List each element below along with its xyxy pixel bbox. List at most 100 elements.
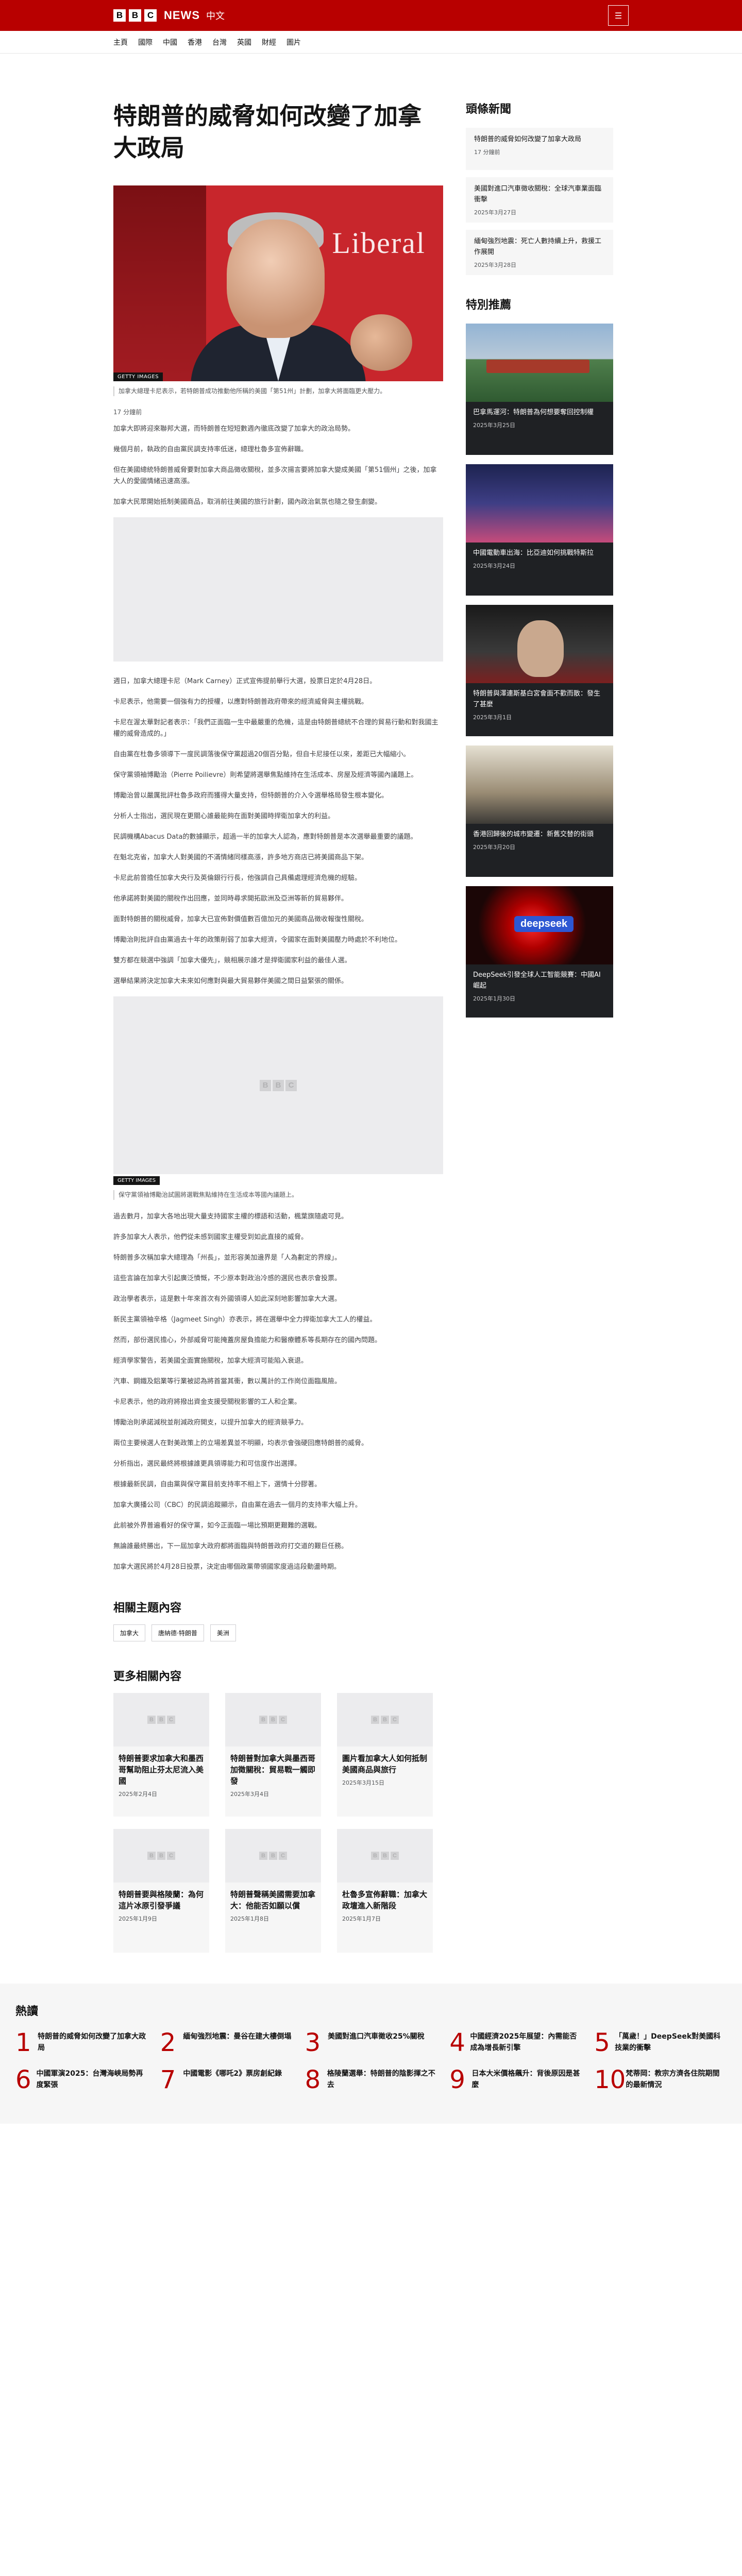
logo-letter: B: [371, 1716, 379, 1724]
most-read-item[interactable]: 7 中國電影《哪吒2》票房創紀錄: [160, 2067, 293, 2093]
article-paragraph: 加拿大民眾開始抵制美國商品，取消前往美國的旅行計劃，國內政治氣氛也隨之發生劇變。: [113, 498, 382, 506]
recommended-item[interactable]: 巴拿馬運河：特朗普為何想要奪回控制權 2025年3月25日: [466, 324, 613, 455]
topic-link[interactable]: 美洲: [210, 1624, 236, 1641]
article-paragraph: 幾個月前，執政的自由黨民調支持率低迷，總理杜魯多宣佈辭職。: [113, 446, 308, 453]
site-header: B B C NEWS 中文 ☰ 主頁 國際 中國 香港 台灣 英國 財經 圖片: [0, 0, 742, 54]
most-read-heading: 熱讀: [15, 2005, 39, 2018]
nav-item-china[interactable]: 中國: [163, 37, 177, 47]
logo-letter: C: [391, 1852, 399, 1860]
card-thumbnail: BBC: [337, 1829, 433, 1883]
top-story-item[interactable]: 緬甸強烈地震：死亡人數持續上升，救援工作展開 2025年3月28日: [466, 230, 613, 275]
recommended-image: [466, 464, 613, 543]
recommended-date: 2025年3月25日: [473, 422, 515, 429]
recommended-item[interactable]: deepseek DeepSeek引發全球人工智能競賽：中國AI崛起 2025年1月…: [466, 886, 613, 1018]
related-topics-heading: 相關主題內容: [113, 1602, 182, 1615]
article-paragraph: 加拿大廣播公司（CBC）的民調追蹤顯示，自由黨在過去一個月的支持率大幅上升。: [113, 1501, 362, 1509]
most-read-rank: 1: [15, 2028, 31, 2057]
nav-item-hongkong[interactable]: 香港: [188, 37, 202, 47]
article-headline: 特朗普的威脅如何改變了加拿大政局: [113, 102, 421, 162]
related-topics: 加拿大 唐納德·特朗普 美洲: [113, 1624, 443, 1641]
most-read-rank: 8: [305, 2065, 321, 2094]
nav-item-uk[interactable]: 英國: [237, 37, 251, 47]
recommended-title: 中國電動車出海：比亞迪如何挑戰特斯拉: [473, 549, 594, 557]
most-read-item[interactable]: 10 梵蒂岡：教宗方濟各住院期間的最新情況: [594, 2067, 727, 2093]
most-read-title: 中國電影《哪吒2》票房創紀錄: [183, 2070, 282, 2078]
related-story-card[interactable]: B B C 特朗普聲稱美國需要加拿大：他能否如願以償 2025年1月8日: [225, 1829, 321, 1953]
related-story-card[interactable]: B B C 特朗普要與格陵蘭：為何這片冰原引發爭議 2025年1月9日: [113, 1829, 209, 1953]
most-read-item[interactable]: 8 格陵蘭選舉：特朗普的陰影揮之不去: [305, 2067, 437, 2093]
card-title: 特朗普對加拿大與墨西哥加徵關稅：貿易戰一觸即發: [230, 1754, 316, 1786]
top-story-item[interactable]: 美國對進口汽車徵收關稅：全球汽車業面臨衝擊 2025年3月27日: [466, 177, 613, 223]
recommended-list: 巴拿馬運河：特朗普為何想要奪回控制權 2025年3月25日 中國電動車出海：比亞迪如…: [466, 324, 613, 1018]
most-read-item[interactable]: 6 中國軍演2025：台灣海峽局勢再度緊張: [15, 2067, 148, 2093]
card-thumbnail: BBC: [225, 1693, 321, 1747]
most-read-title: 日本大米價格飆升：背後原因是甚麼: [471, 2070, 580, 2089]
article-paragraph: 博勵治則承諾減稅並削減政府開支，以提升加拿大的經濟競爭力。: [113, 1419, 308, 1427]
article-paragraph: 面對特朗普的關稅威脅，加拿大已宣佈對價值數百億加元的美國商品徵收報復性關稅。: [113, 916, 368, 923]
nav-item-taiwan[interactable]: 台灣: [212, 37, 227, 47]
most-read-title: 「萬歲！」DeepSeek對美國科技業的衝擊: [615, 2032, 721, 2052]
nav-item-home[interactable]: 主頁: [113, 37, 128, 47]
article-body-c: 過去數月，加拿大各地出現大量支持國家主權的標語和活動，楓葉旗隨處可見。 許多加拿大…: [113, 1211, 443, 1573]
second-figure: BBC GETTY IMAGES 保守黨領袖博勵治試圖將選戰焦點維持在生活成本等…: [113, 996, 443, 1200]
card-title: 特朗普要與格陵蘭：為何這片冰原引發爭議: [119, 1890, 204, 1910]
article-paragraph: 博勵治則批評自由黨過去十年的政策削弱了加拿大經濟，令國家在面對美國壓力時處於不利…: [113, 936, 402, 944]
topic-link[interactable]: 加拿大: [113, 1624, 146, 1641]
article-paragraph: 分析指出，選民最終將根據誰更具領導能力和可信度作出選擇。: [113, 1460, 301, 1468]
bbc-placeholder-logo: BBC: [147, 1852, 175, 1860]
most-read-item[interactable]: 1 特朗普的威脅如何改變了加拿大政局: [15, 2030, 148, 2056]
embedded-media: [113, 517, 443, 662]
article-paragraph: 兩位主要候選人在對美政策上的立場差異並不明顯，均表示會強硬回應特朗普的威脅。: [113, 1439, 368, 1447]
top-story-item[interactable]: 特朗普的威脅如何改變了加拿大政局 17 分鐘前: [466, 128, 613, 170]
article-timestamp: 17 分鐘前: [113, 409, 142, 416]
topic-link[interactable]: 唐納德·特朗普: [151, 1624, 204, 1641]
article-body-a: 加拿大即將迎來聯邦大選，而特朗普在短短數週內徹底改變了加拿大的政治局勢。 幾個月前…: [113, 423, 443, 508]
most-read-item[interactable]: 4 中國經濟2025年展望：內需能否成為增長新引擎: [449, 2030, 582, 2056]
related-story-card[interactable]: B B C 特朗普對加拿大與墨西哥加徵關稅：貿易戰一觸即發 2025年3月4日: [225, 1693, 321, 1817]
bbc-news-logo[interactable]: B B C NEWS 中文: [113, 9, 225, 22]
nav-item-business[interactable]: 財經: [262, 37, 276, 47]
article: 特朗普的威脅如何改變了加拿大政局 Liberal GETTY IMAGES 加拿…: [113, 100, 443, 1953]
image-placeholder: BBC: [113, 996, 443, 1174]
article-paragraph: 保守黨領袖博勵治（Pierre Poilievre）則希望將選舉焦點維持在生活成…: [113, 771, 418, 779]
recommended-item[interactable]: 香港回歸後的城市變遷：新舊交替的街頭 2025年3月20日: [466, 745, 613, 877]
card-date: 2025年1月8日: [230, 1916, 269, 1922]
logo-letter: B: [371, 1852, 379, 1860]
recommended-item[interactable]: 特朗普與澤連斯基白宮會面不歡而散：發生了甚麼 2025年3月1日: [466, 605, 613, 736]
article-paragraph: 根據最新民調，自由黨與保守黨目前支持率不相上下，選情十分膠著。: [113, 1481, 322, 1488]
related-story-card[interactable]: B B C 杜魯多宣佈辭職：加拿大政壇進入新階段 2025年1月7日: [337, 1829, 433, 1953]
related-story-card[interactable]: B B C 特朗普要求加拿大和墨西哥幫助阻止芬太尼流入美國 2025年2月4日: [113, 1693, 209, 1817]
menu-button[interactable]: ☰: [608, 5, 629, 26]
recommended-image: [466, 745, 613, 824]
most-read-rank: 5: [594, 2028, 610, 2057]
most-read-item[interactable]: 3 美國對進口汽車徵收25%關稅: [305, 2030, 437, 2056]
article-body-b: 週日，加拿大總理卡尼（Mark Carney）正式宣佈提前舉行大選，投票日定於4…: [113, 676, 443, 987]
most-read-item[interactable]: 9 日本大米價格飆升：背後原因是甚麼: [449, 2067, 582, 2093]
sidebar: 頭條新聞 特朗普的威脅如何改變了加拿大政局 17 分鐘前 美國對進口汽車徵收關稅：全…: [466, 100, 613, 1953]
image-credit: GETTY IMAGES: [113, 372, 163, 381]
article-paragraph: 卡尼此前曾擔任加拿大央行及英倫銀行行長，他強調自己具備處理經濟危機的經驗。: [113, 874, 362, 882]
logo-letter: C: [279, 1852, 287, 1860]
nav-item-world[interactable]: 國際: [138, 37, 153, 47]
most-read-item[interactable]: 2 緬甸強烈地震：曼谷在建大樓倒塌: [160, 2030, 293, 2056]
recommended-item[interactable]: 中國電動車出海：比亞迪如何挑戰特斯拉 2025年3月24日: [466, 464, 613, 596]
most-read-title: 格陵蘭選舉：特朗普的陰影揮之不去: [327, 2070, 435, 2089]
related-story-card[interactable]: B B C 圖片看加拿大人如何抵制美國商品與旅行 2025年3月15日: [337, 1693, 433, 1817]
recommended-date: 2025年3月20日: [473, 844, 515, 851]
logo-letter: B: [157, 1716, 165, 1724]
bbc-placeholder-logo: BBC: [259, 1716, 287, 1724]
most-read-item[interactable]: 5 「萬歲！」DeepSeek對美國科技業的衝擊: [594, 2030, 727, 2056]
bbc-placeholder-logo: BBC: [371, 1852, 399, 1860]
most-read: 熱讀 1 特朗普的威脅如何改變了加拿大政局 2 緬甸強烈地震：曼谷在建大樓倒塌 3 美國對…: [0, 1984, 742, 2124]
nav-item-pictures[interactable]: 圖片: [286, 37, 301, 47]
logo-letter: B: [269, 1852, 277, 1860]
card-thumbnail: BBC: [113, 1829, 209, 1883]
article-paragraph: 新民主黨領袖辛格（Jagmeet Singh）亦表示，將在選舉中全力捍衛加拿大工…: [113, 1316, 377, 1324]
deepseek-logo: deepseek: [514, 916, 574, 932]
most-read-title: 特朗普的威脅如何改變了加拿大政局: [38, 2032, 146, 2052]
most-read-rank: 3: [305, 2028, 321, 2057]
article-paragraph: 分析人士指出，選民現在更關心誰最能夠在面對美國時捍衛加拿大的利益。: [113, 812, 335, 820]
bbc-placeholder-logo: BBC: [371, 1716, 399, 1724]
bbc-placeholder-logo: BBC: [147, 1716, 175, 1724]
card-date: 2025年3月4日: [230, 1791, 269, 1798]
